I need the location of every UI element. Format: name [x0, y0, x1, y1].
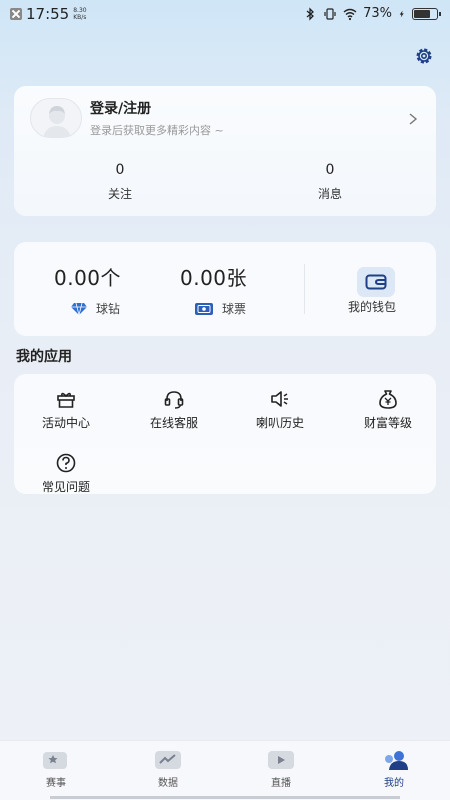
status-bar: 17:55 8.30 KB/s 73% — [0, 0, 450, 28]
bottom-nav: 赛事 数据 直播 我的 — [0, 740, 450, 800]
avatar[interactable] — [30, 98, 82, 138]
nav-label: 数据 — [158, 778, 178, 789]
events-icon — [43, 752, 67, 769]
app-speaker-history[interactable]: 喇叭历史 — [240, 388, 320, 431]
data-chart-icon — [155, 751, 181, 769]
money-bag-icon — [379, 390, 397, 409]
nav-label: 直播 — [271, 778, 291, 789]
network-speed-value: 8.30 — [73, 7, 87, 14]
wallet-card: 0.00个 球钻 0.00张 球票 我的钱包 — [14, 242, 436, 336]
nav-mine[interactable]: 我的 — [364, 749, 424, 789]
system-nav-indicator — [0, 796, 450, 800]
live-play-icon — [268, 751, 294, 769]
gift-box-icon — [57, 392, 75, 408]
login-register-title[interactable]: 登录/注册 — [90, 98, 151, 118]
wifi-icon — [343, 8, 357, 20]
apps-card: 活动中心 在线客服 喇叭历史 财富等级 常见问题 — [14, 374, 436, 494]
login-subtitle: 登录后获取更多精彩内容 ~ — [90, 124, 224, 137]
charging-icon — [399, 10, 404, 17]
chevron-right-icon[interactable] — [408, 112, 418, 126]
follow-stat[interactable]: 0 关注 — [80, 162, 160, 202]
profile-card: 登录/注册 登录后获取更多精彩内容 ~ 0 关注 0 消息 — [14, 86, 436, 216]
app-label: 财富等级 — [363, 416, 412, 430]
notification-icon — [10, 8, 22, 20]
question-icon — [56, 453, 76, 473]
diamond-item[interactable]: 球钻 — [70, 300, 120, 317]
nav-live[interactable]: 直播 — [251, 749, 311, 789]
my-wallet-label[interactable]: 我的钱包 — [348, 298, 396, 315]
vibrate-icon — [324, 7, 336, 20]
app-label: 常见问题 — [41, 480, 90, 494]
settings-gear-icon[interactable] — [414, 46, 434, 66]
message-stat[interactable]: 0 消息 — [290, 162, 370, 202]
follow-count: 0 — [115, 162, 125, 178]
app-faq[interactable]: 常见问题 — [26, 452, 106, 495]
speaker-icon — [271, 391, 288, 407]
diamond-amount: 0.00个 — [54, 266, 122, 290]
wallet-icon — [365, 274, 387, 290]
diamond-label: 球钻 — [96, 302, 121, 316]
app-online-service[interactable]: 在线客服 — [134, 388, 214, 431]
headset-icon — [164, 391, 184, 409]
my-apps-title: 我的应用 — [16, 349, 72, 365]
network-speed: 8.30 KB/s — [73, 7, 86, 21]
follow-label: 关注 — [107, 187, 132, 201]
message-count: 0 — [325, 162, 335, 178]
profile-icon — [385, 751, 408, 770]
nav-label: 赛事 — [46, 778, 66, 789]
status-time: 17:55 — [26, 5, 70, 23]
battery-icon — [412, 7, 441, 20]
app-label: 喇叭历史 — [255, 416, 304, 430]
app-activity-center[interactable]: 活动中心 — [26, 388, 106, 431]
diamond-icon — [71, 302, 87, 315]
default-avatar-icon — [43, 106, 71, 137]
message-label: 消息 — [317, 187, 342, 201]
ticket-item[interactable]: 球票 — [194, 300, 246, 317]
battery-percent: 73% — [363, 6, 392, 21]
nav-data[interactable]: 数据 — [138, 749, 198, 789]
app-label: 活动中心 — [41, 416, 90, 430]
wallet-button[interactable] — [357, 267, 395, 297]
ticket-icon — [195, 302, 213, 315]
nav-events[interactable]: 赛事 — [26, 749, 86, 789]
app-label: 在线客服 — [149, 416, 198, 430]
ticket-amount: 0.00张 — [180, 266, 248, 290]
wallet-divider — [304, 264, 305, 314]
network-speed-unit: KB/s — [73, 14, 87, 21]
nav-label: 我的 — [384, 778, 404, 789]
bluetooth-icon — [306, 6, 315, 21]
app-wealth-level[interactable]: 财富等级 — [348, 388, 428, 431]
ticket-label: 球票 — [222, 302, 247, 316]
